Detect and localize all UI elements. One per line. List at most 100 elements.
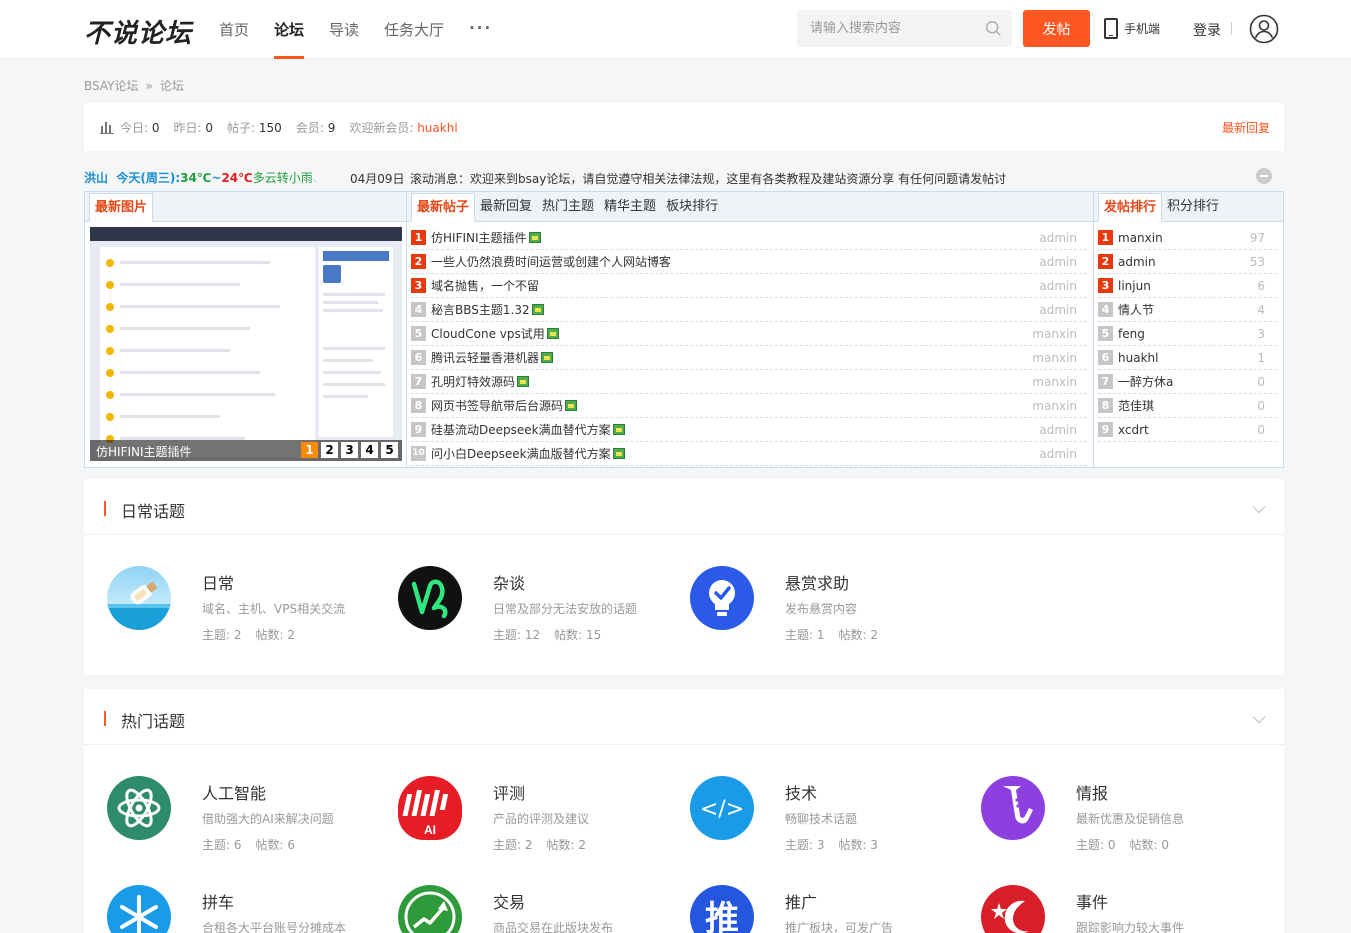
forum-card-carpool[interactable]: 拼车 合租各大平台账号分摊成本 [107,885,387,933]
list-item[interactable]: 7 孔明灯特效源码 manxin [411,370,1087,394]
code-icon[interactable]: </> [690,776,754,840]
nav-item-guide[interactable]: 导读 [329,0,359,59]
breadcrumb-home[interactable]: BSAY论坛 [84,79,138,93]
list-item[interactable]: 9 xcdrt 0 [1098,418,1277,442]
list-item[interactable]: 3 linjun 6 [1098,274,1277,298]
site-logo[interactable]: 不说论坛 [84,13,192,50]
thread-author[interactable]: manxin [1032,399,1077,413]
list-item[interactable]: 9 硅基流动Deepseek满血替代方案 admin [411,418,1087,442]
thread-author[interactable]: manxin [1032,351,1077,365]
forum-name[interactable]: 杂谈 [493,570,525,594]
star-moon-icon[interactable] [981,885,1045,933]
forum-name[interactable]: 悬赏求助 [785,570,849,594]
slide-page-1[interactable]: 1 [301,442,318,458]
thread-author[interactable]: admin [1039,231,1077,245]
forum-card-daily[interactable]: 日常 域名、主机、VPS相关交流 主题: 2 帖数: 2 [107,566,387,646]
forum-card-ai[interactable]: 人工智能 借助强大的AI来解决问题 主题: 6 帖数: 6 [107,776,387,856]
tab-latest-images[interactable]: 最新图片 [89,193,154,222]
list-item[interactable]: 10 问小白Deepseek满血版替代方案 admin [411,442,1087,466]
thread-author[interactable]: admin [1039,447,1077,461]
thread-title[interactable]: 仿HIFINI主题插件 [431,229,527,246]
image-slideshow[interactable]: 仿HIFINI主题插件 1 2 3 4 5 [90,227,402,461]
forum-card-intel[interactable]: 情报 最新优惠及促销信息 主题: 0 帖数: 0 [981,776,1261,856]
nav-item-home[interactable]: 首页 [219,0,249,59]
member-name[interactable]: huakhl [1118,351,1158,365]
new-member-link[interactable]: huakhl [417,121,457,135]
list-item[interactable]: 5 feng 3 [1098,322,1277,346]
tab-board-ranking[interactable]: 板块排行 [661,193,723,221]
forum-name[interactable]: 技术 [785,780,817,804]
login-link[interactable]: 登录 [1193,20,1221,40]
member-name[interactable]: feng [1118,327,1145,341]
member-name[interactable]: admin [1118,255,1156,269]
list-item[interactable]: 1 manxin 97 [1098,226,1277,250]
slide-page-3[interactable]: 3 [341,442,358,458]
list-item[interactable]: 8 范佳琪 0 [1098,394,1277,418]
thread-title[interactable]: CloudCone vps试用 [431,325,545,342]
mobile-link[interactable]: 手机端 [1104,18,1160,39]
nav-more-button[interactable]: ··· [469,0,492,59]
chat-logo-icon[interactable] [398,566,462,630]
forum-name[interactable]: 情报 [1076,780,1108,804]
member-name[interactable]: 情人节 [1118,301,1154,318]
lightbulb-icon[interactable] [690,566,754,630]
forum-card-promo[interactable]: 推 推广 推广板块，可发广告 [690,885,970,933]
list-item[interactable]: 6 huakhl 1 [1098,346,1277,370]
nav-item-forum[interactable]: 论坛 [274,0,305,59]
list-item[interactable]: 3 域名抛售，一个不留 admin [411,274,1087,298]
search-icon[interactable] [985,20,1002,37]
thread-title[interactable]: 问小白Deepseek满血版替代方案 [431,445,611,462]
new-post-button[interactable]: 发帖 [1023,10,1090,47]
member-name[interactable]: xcdrt [1118,423,1149,437]
forum-name[interactable]: 人工智能 [202,780,266,804]
thread-title[interactable]: 孔明灯特效源码 [431,373,515,390]
tab-hot-threads[interactable]: 热门主题 [537,193,599,221]
thread-author[interactable]: manxin [1032,327,1077,341]
list-item[interactable]: 7 一醉方休a 0 [1098,370,1277,394]
chevron-down-icon[interactable] [1252,713,1266,727]
member-name[interactable]: 一醉方休a [1118,373,1173,390]
list-item[interactable]: 6 腾讯云轻量香港机器 manxin [411,346,1087,370]
list-item[interactable]: 8 网页书签导航带后台源码 manxin [411,394,1087,418]
nav-item-tasks[interactable]: 任务大厅 [384,0,444,59]
forum-card-trade[interactable]: 交易 商品交易在此版块发布 [398,885,678,933]
slide-page-5[interactable]: 5 [381,442,398,458]
forum-card-tech[interactable]: </> 技术 畅聊技术话题 主题: 3 帖数: 3 [690,776,970,856]
slide-page-2[interactable]: 2 [321,442,338,458]
thread-title[interactable]: 硅基流动Deepseek满血替代方案 [431,421,611,438]
forum-name[interactable]: 评测 [493,780,525,804]
promo-icon[interactable]: 推 [690,885,754,933]
member-name[interactable]: 范佳琪 [1118,397,1154,414]
tab-latest-replies[interactable]: 最新回复 [475,193,537,221]
atom-icon[interactable] [107,776,171,840]
chevron-down-icon[interactable] [1252,503,1266,517]
latest-reply-link[interactable]: 最新回复 [1222,119,1270,136]
tab-latest-threads[interactable]: 最新帖子 [411,193,476,222]
list-item[interactable]: 1 仿HIFINI主题插件 admin [411,226,1087,250]
forum-name[interactable]: 交易 [493,889,525,913]
trend-chart-icon[interactable] [398,885,462,933]
forum-name[interactable]: 日常 [202,570,234,594]
tab-points-ranking[interactable]: 积分排行 [1162,193,1224,221]
thread-title[interactable]: 秘言BBS主题1.32 [431,301,530,318]
thread-title[interactable]: 域名抛售，一个不留 [431,277,539,294]
list-item[interactable]: 4 情人节 4 [1098,298,1277,322]
thread-author[interactable]: admin [1039,255,1077,269]
thread-author[interactable]: admin [1039,303,1077,317]
thread-title[interactable]: 网页书签导航带后台源码 [431,397,563,414]
thread-title[interactable]: 一些人仍然浪费时间运营或创建个人网站博客 [431,253,671,270]
slide-page-4[interactable]: 4 [361,442,378,458]
forum-card-bounty[interactable]: 悬赏求助 发布悬赏内容 主题: 1 帖数: 2 [690,566,970,646]
forum-name[interactable]: 事件 [1076,889,1108,913]
thread-title[interactable]: 腾讯云轻量香港机器 [431,349,539,366]
forum-name[interactable]: 拼车 [202,889,234,913]
list-item[interactable]: 4 秘言BBS主题1.32 admin [411,298,1087,322]
list-item[interactable]: 5 CloudCone vps试用 manxin [411,322,1087,346]
thread-author[interactable]: admin [1039,279,1077,293]
snowflake-icon[interactable] [107,885,171,933]
forum-name[interactable]: 推广 [785,889,817,913]
user-avatar-icon[interactable] [1249,14,1279,44]
search-input[interactable] [797,10,967,47]
member-name[interactable]: manxin [1118,231,1163,245]
thread-author[interactable]: manxin [1032,375,1077,389]
